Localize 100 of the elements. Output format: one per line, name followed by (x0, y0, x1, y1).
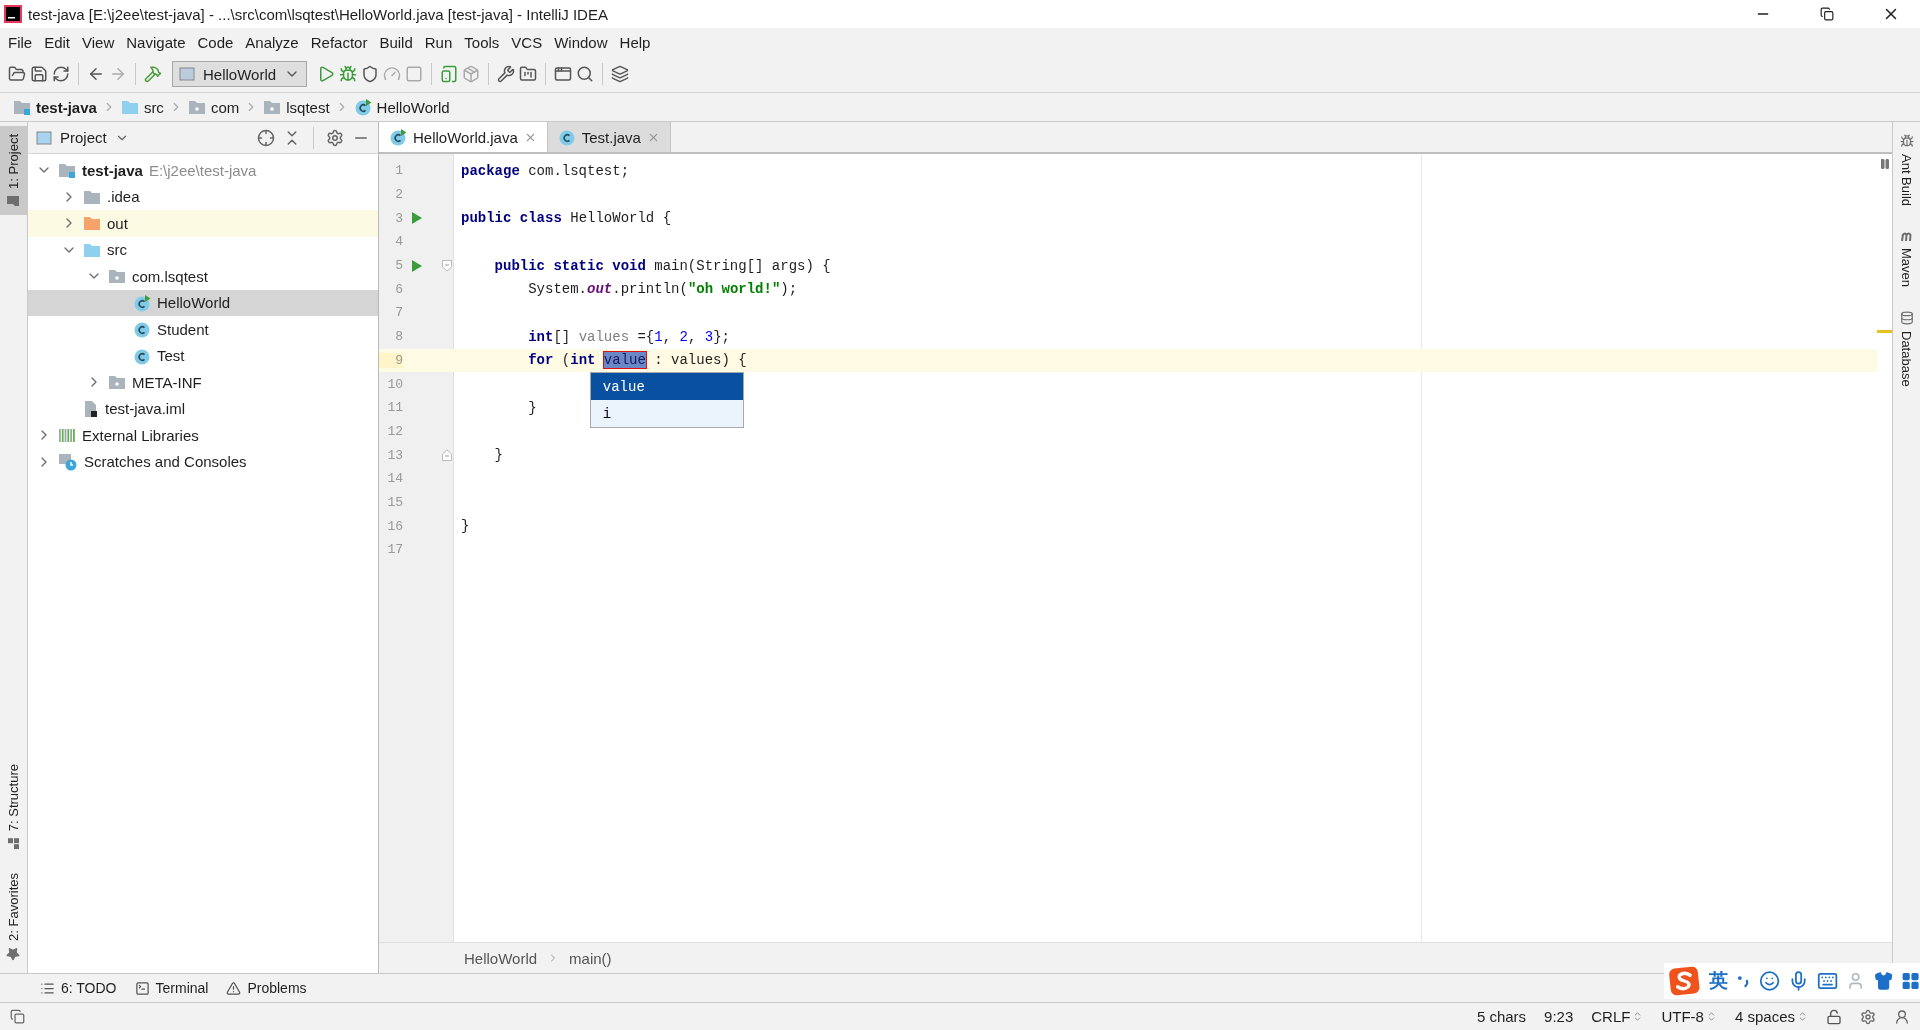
editor-tab[interactable]: HelloWorld.java (379, 122, 548, 152)
class-run-icon (389, 128, 407, 146)
code-line: int[] values ={1, 2, 3}; (527, 328, 730, 345)
tree-row[interactable]: out (28, 210, 378, 237)
status-item[interactable]: 5 chars (1476, 1008, 1527, 1025)
list-icon (40, 980, 55, 996)
folder-icon (83, 188, 101, 205)
menu-item[interactable]: Navigate (120, 30, 192, 54)
tree-row[interactable]: Scratches and Consoles (28, 448, 378, 475)
tree-row[interactable]: META-INF (28, 369, 378, 396)
tool-window-tab[interactable]: 6: TODO (40, 980, 117, 996)
tree-row[interactable]: src (28, 236, 378, 263)
layers-icon[interactable] (611, 65, 630, 83)
tool-window-button[interactable]: 7: Structure (0, 755, 27, 858)
menu-item[interactable]: View (76, 30, 121, 54)
menu-item[interactable]: Run (418, 30, 459, 54)
menu-item[interactable]: Edit (38, 30, 77, 54)
tree-item-label: HelloWorld (157, 294, 231, 312)
menu-item[interactable]: Window (548, 30, 614, 54)
locate-icon[interactable] (257, 128, 275, 147)
restore-icon[interactable] (1820, 7, 1834, 21)
star-icon (6, 947, 21, 961)
window-icon[interactable] (554, 65, 573, 83)
menu-item[interactable]: Help (613, 30, 657, 54)
run-icon[interactable] (411, 211, 423, 226)
breadcrumb[interactable]: src (117, 98, 167, 116)
tool-window-button[interactable]: Database (1893, 303, 1920, 395)
tool-window-button[interactable]: 2: Favorites (0, 865, 27, 969)
bug-icon[interactable] (339, 65, 358, 83)
menu-item[interactable]: Tools (458, 30, 506, 54)
shield-icon[interactable] (361, 65, 380, 83)
tree-row[interactable]: External Libraries (28, 422, 378, 449)
status-item[interactable]: CRLF (1591, 1008, 1644, 1025)
tool-window-button[interactable]: 1: Project (0, 126, 27, 215)
menu-item[interactable]: Build (373, 30, 419, 54)
tool-window-button[interactable]: Ant Build (1893, 126, 1920, 215)
fold-marker-icon[interactable] (442, 259, 452, 272)
shirt-icon[interactable] (1873, 971, 1893, 991)
refresh-icon[interactable] (52, 65, 70, 83)
breadcrumb[interactable]: com (184, 98, 243, 116)
layout-icon[interactable] (10, 1009, 25, 1024)
menu-item[interactable]: Refactor (304, 30, 374, 54)
menu-item[interactable]: VCS (505, 30, 549, 54)
tree-row[interactable]: .idea (28, 183, 378, 210)
search-icon[interactable] (576, 65, 595, 83)
status-item[interactable]: 9:23 (1544, 1008, 1574, 1025)
person-icon[interactable] (1894, 1008, 1910, 1025)
breadcrumb[interactable]: main() (569, 949, 612, 967)
tree-row[interactable]: Test (28, 342, 378, 369)
run-icon[interactable] (411, 258, 423, 273)
breadcrumb[interactable]: lsqtest (260, 98, 333, 116)
folder-icon[interactable] (8, 65, 26, 83)
grid-icon[interactable] (1900, 971, 1920, 991)
breadcrumb[interactable]: HelloWorld (464, 949, 538, 967)
library-icon (58, 427, 76, 444)
tree-item-label: test-java (82, 161, 143, 179)
run-config-dropdown[interactable]: HelloWorld (172, 61, 308, 87)
folder-icon[interactable] (519, 65, 538, 83)
class-icon (557, 128, 576, 146)
lock-icon[interactable] (1826, 1008, 1842, 1025)
breadcrumb[interactable]: HelloWorld (350, 98, 453, 116)
structure-icon (7, 837, 20, 850)
status-item[interactable]: 4 spaces (1734, 1008, 1808, 1025)
line-number: 6 (394, 281, 403, 297)
tool-window-tab[interactable]: Terminal (134, 980, 209, 996)
folder-icon (83, 215, 101, 232)
hammer-icon[interactable] (144, 65, 162, 83)
device-icon[interactable] (440, 65, 459, 83)
completion-item[interactable]: value (590, 373, 743, 401)
smile-icon[interactable] (1759, 970, 1781, 992)
breadcrumb[interactable]: test-java (10, 98, 100, 116)
ime-logo-icon[interactable] (1668, 965, 1701, 997)
code-line: for (int value : values) { (527, 352, 747, 369)
editor-tab[interactable]: Test.java (547, 122, 671, 152)
tree-item-label: .idea (107, 188, 140, 206)
window-icon (179, 67, 195, 81)
tool-window-button[interactable]: Maven (1893, 222, 1920, 296)
tree-row[interactable]: test-java.iml (28, 395, 378, 422)
ime-mode-label[interactable]: 英 (1708, 968, 1728, 994)
class-run-icon (353, 98, 372, 116)
wrench-icon[interactable] (497, 65, 516, 83)
tree-row[interactable]: Student (28, 316, 378, 343)
tree-row[interactable]: com.lsqtest (28, 263, 378, 290)
keyboard-icon[interactable] (1817, 970, 1839, 992)
folder-icon (13, 99, 31, 115)
menu-item[interactable]: File (2, 30, 39, 54)
inspection-status-icon[interactable] (1878, 158, 1891, 170)
menu-item[interactable]: Analyze (239, 30, 305, 54)
completion-item[interactable]: i (590, 400, 743, 428)
line-number: 2 (394, 187, 403, 203)
run-icon[interactable] (317, 65, 336, 83)
tree-row[interactable]: test-java E:\j2ee\test-java (28, 157, 378, 184)
settings-icon[interactable] (1860, 1008, 1876, 1025)
tool-window-tab[interactable]: Problems (226, 980, 307, 996)
fold-marker-icon[interactable] (442, 449, 452, 462)
tree-row[interactable]: HelloWorld (28, 289, 378, 316)
menu-item[interactable]: Code (191, 30, 240, 54)
settings-icon[interactable] (326, 128, 344, 147)
save-icon[interactable] (30, 65, 48, 83)
status-item[interactable]: UTF-8 (1661, 1008, 1717, 1025)
